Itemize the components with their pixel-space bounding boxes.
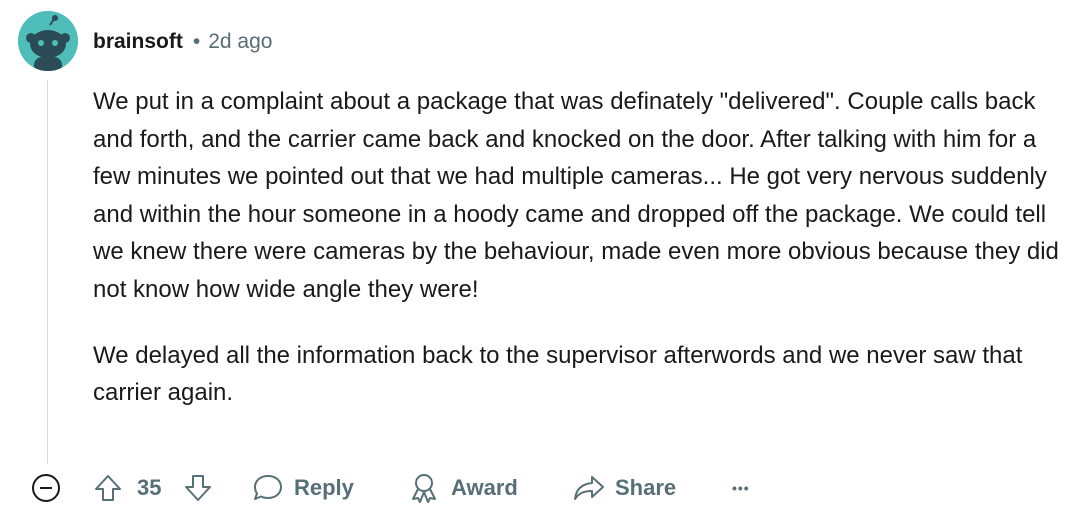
- collapse-button[interactable]: [31, 466, 61, 510]
- thread-line[interactable]: [47, 80, 48, 464]
- share-icon: [574, 476, 604, 500]
- collapse-icon: [32, 474, 60, 502]
- vote-score: 35: [137, 466, 161, 510]
- reply-button[interactable]: Reply: [252, 466, 354, 510]
- reply-label: Reply: [294, 475, 354, 500]
- comment-body: We put in a complaint about a package th…: [93, 83, 1068, 440]
- more-options-button[interactable]: •••: [732, 466, 750, 510]
- avatar-icon: [18, 11, 78, 71]
- downvote-button[interactable]: [183, 466, 213, 510]
- upvote-button[interactable]: [93, 466, 123, 510]
- username[interactable]: brainsoft: [93, 30, 183, 54]
- award-label: Award: [451, 475, 518, 500]
- award-button[interactable]: Award: [409, 466, 518, 510]
- upvote-icon: [95, 475, 121, 501]
- avatar[interactable]: [18, 11, 78, 71]
- reply-icon: [254, 475, 282, 500]
- share-button[interactable]: Share: [573, 466, 676, 510]
- vote-count: 35: [137, 475, 162, 500]
- comment-paragraph: We put in a complaint about a package th…: [93, 88, 1059, 303]
- meta-separator: •: [192, 30, 201, 53]
- action-bar: 35 Reply Award Share •••: [0, 466, 1080, 510]
- comment-header: brainsoft • 2d ago: [93, 27, 272, 57]
- downvote-icon: [185, 475, 211, 501]
- award-icon: [412, 474, 436, 503]
- share-label: Share: [615, 475, 677, 500]
- timestamp[interactable]: 2d ago: [208, 30, 272, 54]
- comment-paragraph: We delayed all the information back to t…: [93, 341, 1023, 407]
- more-icon: •••: [732, 480, 750, 496]
